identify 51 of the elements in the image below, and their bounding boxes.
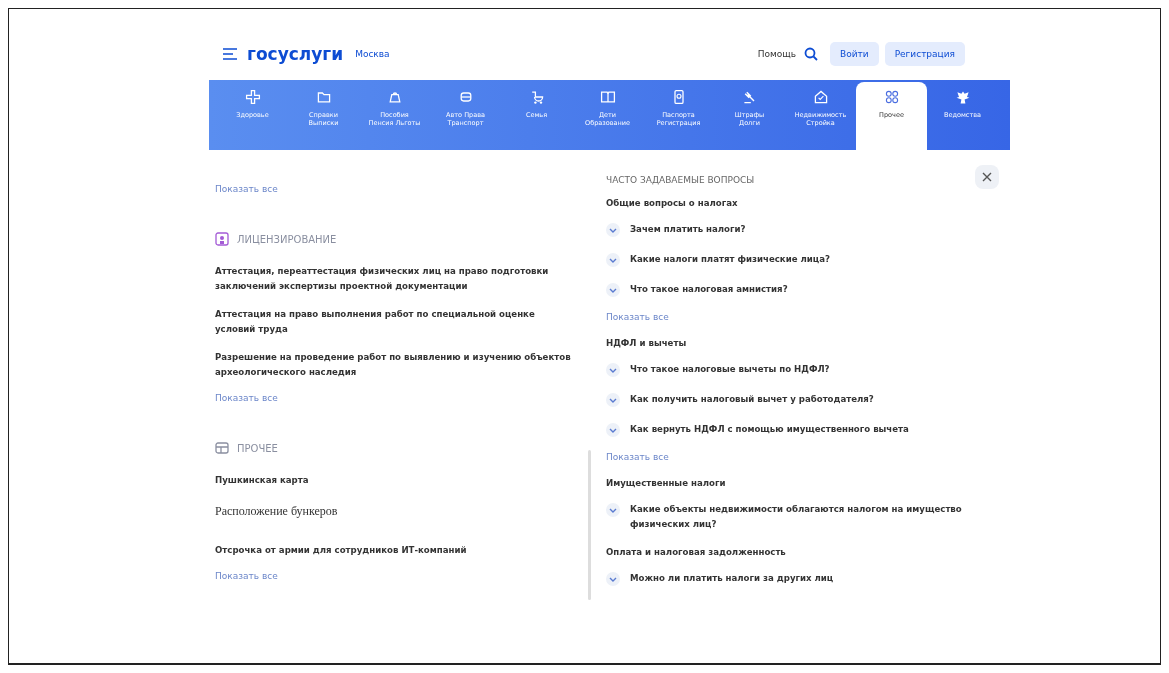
folder-icon bbox=[315, 89, 332, 105]
register-button[interactable]: Регистрация bbox=[884, 42, 965, 66]
chevron-icon[interactable] bbox=[606, 283, 620, 297]
logo[interactable]: госуслуги bbox=[247, 44, 344, 64]
help-link[interactable]: Помощь bbox=[757, 49, 796, 59]
close-icon bbox=[980, 170, 994, 184]
service-link[interactable]: Аттестация на право выполнения работ по специальной оценке условий труда bbox=[215, 307, 575, 337]
chevron-icon[interactable] bbox=[606, 363, 620, 377]
show-all-link[interactable]: Показать все bbox=[215, 393, 278, 403]
faq-group-title: НДФЛ и вычеты bbox=[606, 338, 688, 348]
grid-icon bbox=[883, 89, 900, 105]
faq-question[interactable]: Зачем платить налоги? bbox=[630, 222, 746, 237]
chevron-icon[interactable] bbox=[606, 572, 620, 586]
faq-question[interactable]: Какие налоги платят физические лица? bbox=[630, 252, 830, 267]
search-icon[interactable] bbox=[804, 47, 818, 61]
chevron-icon[interactable] bbox=[606, 253, 620, 267]
faq-question[interactable]: Как вернуть НДФЛ с помощью имущественного вычета bbox=[630, 422, 909, 437]
service-link[interactable]: Расположение бункеров bbox=[215, 504, 575, 519]
chevron-icon[interactable] bbox=[606, 503, 620, 517]
certificate-icon bbox=[215, 232, 229, 246]
scrollbar[interactable] bbox=[588, 450, 591, 600]
section-heading: ЛИЦЕНЗИРОВАНИЕ bbox=[237, 233, 337, 245]
plus-icon bbox=[244, 89, 261, 105]
faq-question[interactable]: Какие объекты недвижимости облагаются налогом на имущество физических лиц? bbox=[630, 502, 996, 532]
faq-group-title: Имущественные налоги bbox=[606, 478, 727, 488]
city-link[interactable]: Москва bbox=[355, 49, 390, 59]
service-link[interactable]: Разрешение на проведение работ по выявлению и изучению объектов археологического наследия bbox=[215, 350, 575, 380]
show-all-link[interactable]: Показать все bbox=[215, 184, 278, 194]
chevron-icon[interactable] bbox=[606, 423, 620, 437]
menu-icon[interactable] bbox=[223, 48, 237, 60]
faq-question[interactable]: Что такое налоговые вычеты по НДФЛ? bbox=[630, 362, 830, 377]
faq-group-title: Общие вопросы о налогах bbox=[606, 198, 739, 208]
chevron-icon[interactable] bbox=[606, 223, 620, 237]
show-all-link[interactable]: Показать все bbox=[606, 312, 669, 322]
faq-group-title: Оплата и налоговая задолженность bbox=[606, 547, 787, 557]
faq-question[interactable]: Как получить налоговый вычет у работодателя? bbox=[630, 392, 874, 407]
service-link[interactable]: Отсрочка от армии для сотрудников ИТ-компаний bbox=[215, 543, 575, 558]
login-button[interactable]: Войти bbox=[830, 42, 879, 66]
close-button[interactable] bbox=[975, 165, 999, 189]
faq-heading: ЧАСТО ЗАДАВАЕМЫЕ ВОПРОСЫ bbox=[606, 175, 755, 185]
section-heading: ПРОЧЕЕ bbox=[237, 442, 278, 454]
house-icon bbox=[812, 89, 829, 105]
service-link[interactable]: Аттестация, переаттестация физических лиц на право подготовки заключений экспертизы проектной документации bbox=[215, 264, 575, 294]
chevron-icon[interactable] bbox=[606, 393, 620, 407]
box-icon bbox=[215, 441, 229, 455]
faq-question[interactable]: Что такое налоговая амнистия? bbox=[630, 282, 788, 297]
book-icon bbox=[599, 89, 616, 105]
show-all-link[interactable]: Показать все bbox=[215, 571, 278, 581]
service-link[interactable]: Пушкинская карта bbox=[215, 473, 575, 488]
show-all-link[interactable]: Показать все bbox=[606, 452, 669, 462]
faq-question[interactable]: Можно ли платить налоги за других лиц bbox=[630, 571, 834, 586]
